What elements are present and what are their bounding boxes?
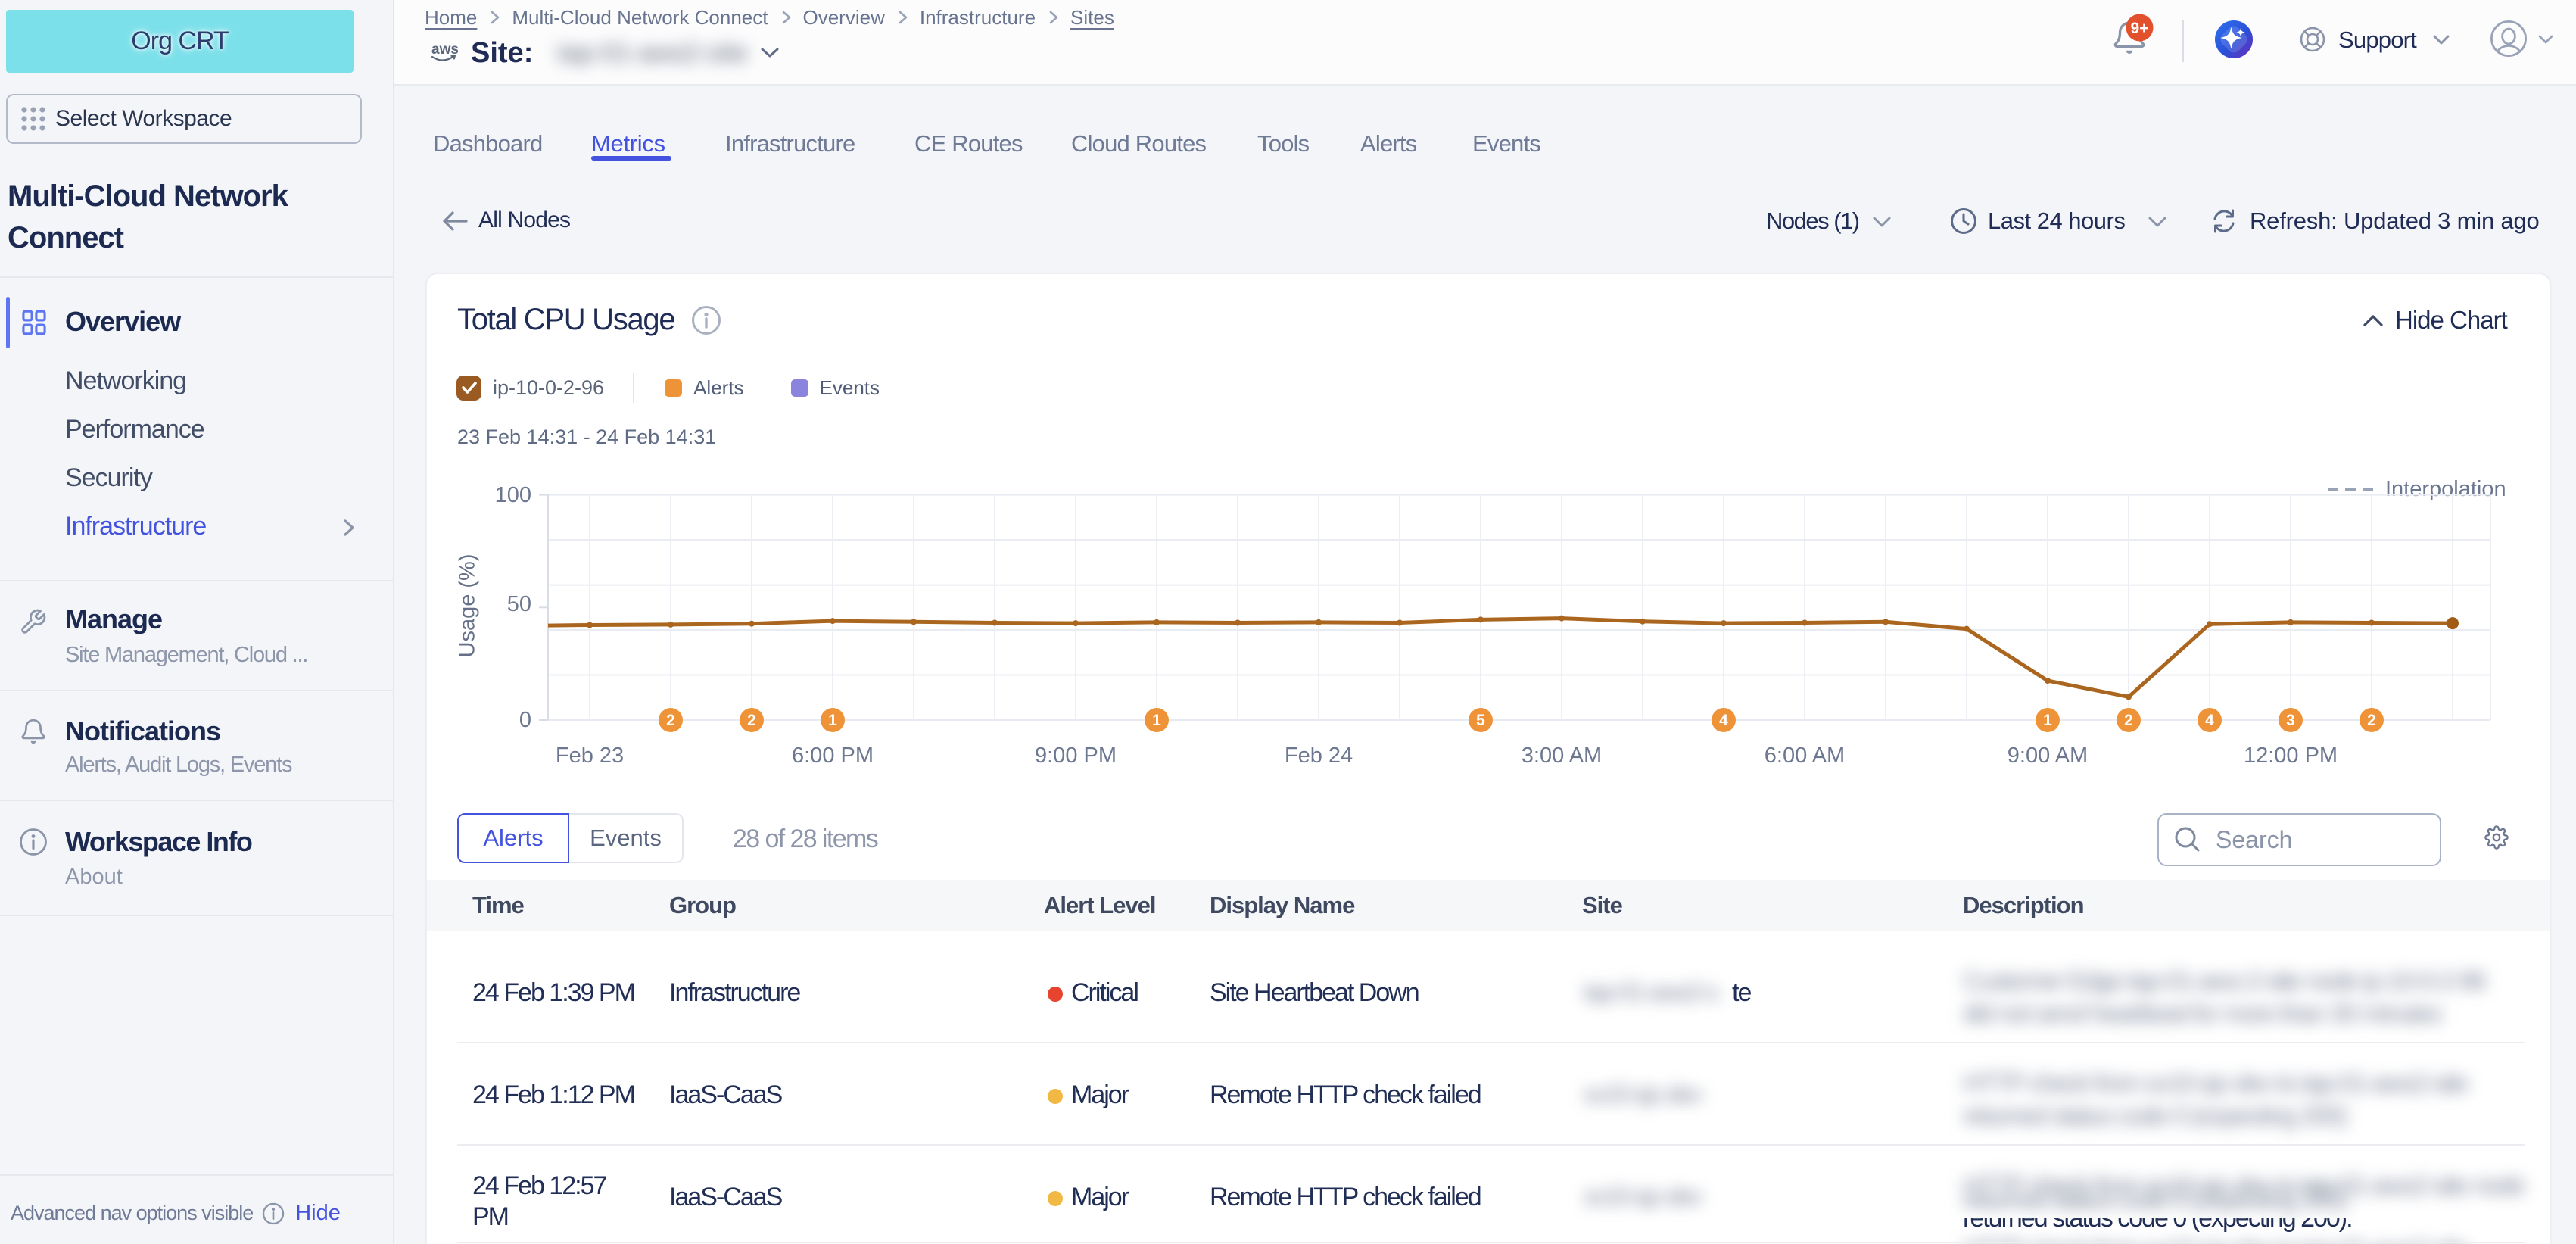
svg-text:2: 2 bbox=[747, 712, 756, 729]
svg-text:1: 1 bbox=[1152, 712, 1161, 729]
svg-text:4: 4 bbox=[1719, 712, 1728, 729]
svg-text:1: 1 bbox=[2043, 712, 2052, 729]
svg-text:1: 1 bbox=[828, 712, 837, 729]
svg-text:5: 5 bbox=[1476, 712, 1485, 729]
svg-text:2: 2 bbox=[666, 712, 675, 729]
svg-text:2: 2 bbox=[2367, 712, 2376, 729]
svg-text:9+: 9+ bbox=[2131, 20, 2149, 37]
svg-text:3: 3 bbox=[2286, 712, 2295, 729]
svg-text:4: 4 bbox=[2205, 712, 2214, 729]
svg-text:2: 2 bbox=[2124, 712, 2133, 729]
